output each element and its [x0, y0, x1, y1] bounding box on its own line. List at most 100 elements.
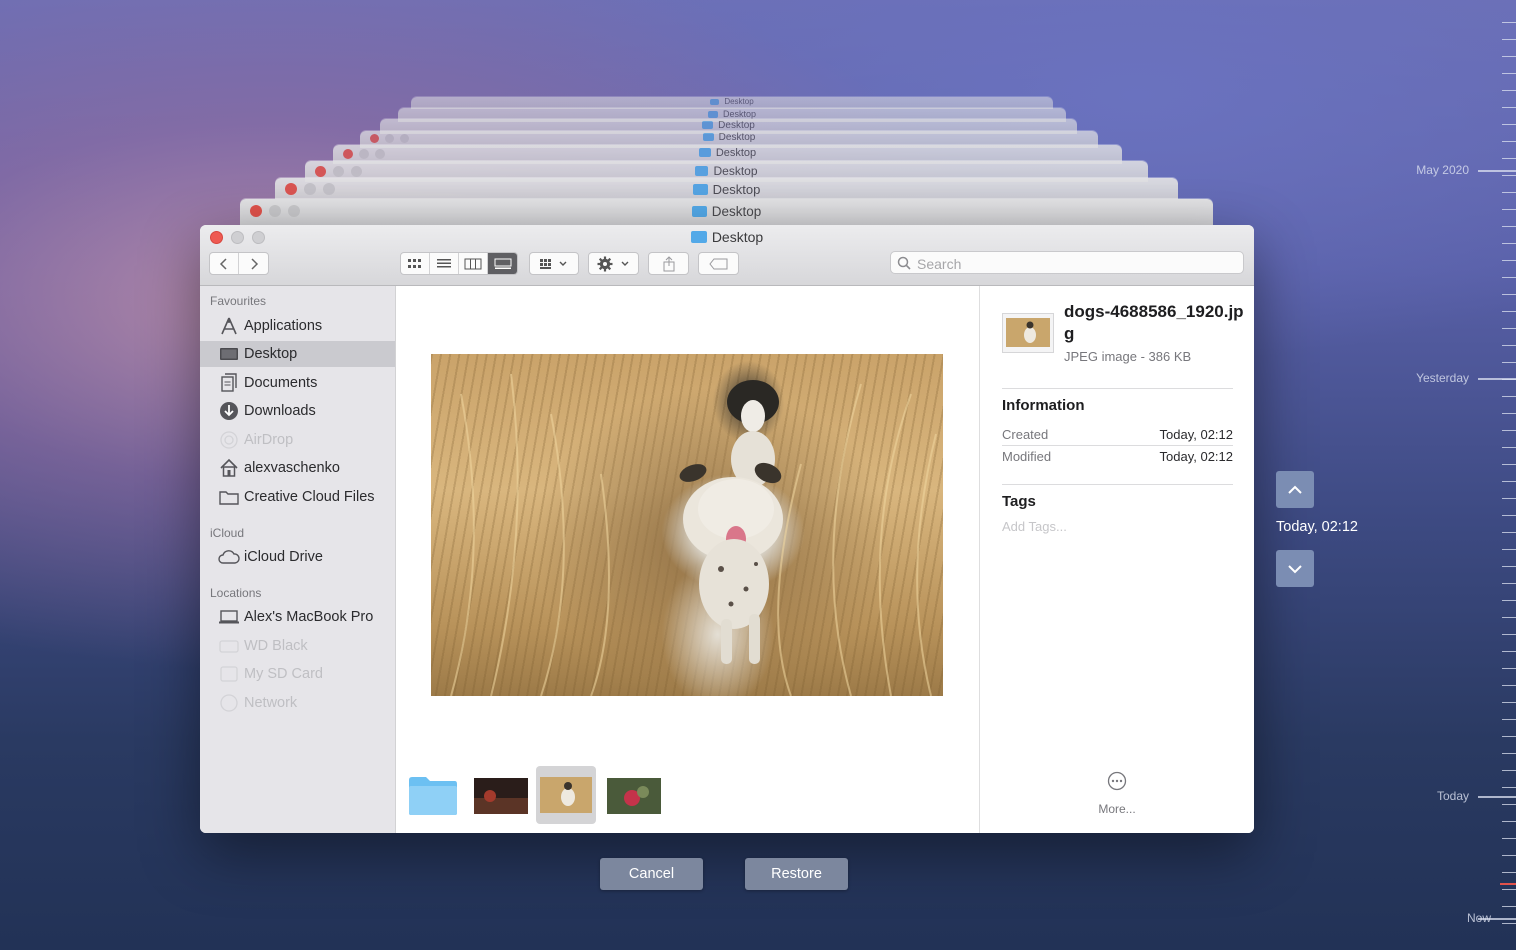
- tag-icon: [708, 258, 727, 269]
- timeline-tick: [1502, 906, 1516, 907]
- forward-in-time-button[interactable]: [1276, 550, 1314, 587]
- list-view-button[interactable]: [430, 253, 459, 274]
- time-machine-timeline[interactable]: May 2020 Yesterday Today Now: [1386, 0, 1516, 950]
- divider: [1002, 388, 1233, 389]
- sidebar-item-wd-black[interactable]: WD Black: [200, 633, 395, 659]
- nav-buttons: [209, 252, 269, 275]
- modified-label: Modified: [1002, 449, 1052, 464]
- timeline-major-tick: [1478, 378, 1516, 380]
- timeline-label-today[interactable]: Today: [1437, 789, 1469, 803]
- modified-row: Modified Today, 02:12: [1002, 449, 1233, 464]
- window-title: Desktop: [200, 229, 1254, 245]
- tags-button[interactable]: [698, 252, 739, 275]
- timeline-tick: [1502, 566, 1516, 567]
- timeline-tick: [1502, 175, 1516, 176]
- timeline-tick: [1502, 90, 1516, 91]
- more-label: More...: [1098, 802, 1136, 816]
- timeline-tick: [1502, 107, 1516, 108]
- action-menu-button[interactable]: [588, 252, 639, 275]
- sidebar-item-downloads[interactable]: Downloads: [200, 398, 395, 424]
- network-icon: [218, 692, 240, 714]
- sidebar-item-desktop[interactable]: Desktop: [200, 341, 395, 367]
- timeline-tick: [1502, 872, 1516, 873]
- share-icon: [663, 255, 674, 271]
- divider: [1002, 445, 1233, 446]
- thumbnail-folder[interactable]: [408, 776, 458, 821]
- chevron-down-icon: [1288, 564, 1302, 573]
- gallery-view-button[interactable]: [488, 253, 517, 274]
- timeline-tick: [1502, 362, 1516, 363]
- finder-window: Desktop Search Favourites Applications D…: [200, 225, 1254, 833]
- group-icon: [540, 258, 567, 269]
- icon-view-button[interactable]: [401, 253, 430, 274]
- gallery-icon: [494, 258, 511, 269]
- sidebar-item-icloud-drive[interactable]: iCloud Drive: [200, 544, 395, 570]
- forward-button[interactable]: [239, 253, 268, 274]
- laptop-icon: [218, 606, 240, 628]
- sidebar-item-documents[interactable]: Documents: [200, 370, 395, 396]
- drive-icon: [218, 635, 240, 657]
- restore-button[interactable]: Restore: [745, 858, 848, 890]
- share-button[interactable]: [648, 252, 689, 275]
- timeline-label-may-2020[interactable]: May 2020: [1416, 163, 1469, 177]
- timeline-tick: [1502, 192, 1516, 193]
- timeline-major-tick: [1478, 796, 1516, 798]
- timeline-tick: [1502, 532, 1516, 533]
- list-icon: [437, 258, 451, 267]
- preview-image[interactable]: [431, 354, 943, 696]
- folder-icon: [409, 777, 457, 815]
- sidebar-item-sd-card[interactable]: My SD Card: [200, 661, 395, 687]
- timeline-tick: [1502, 158, 1516, 159]
- grid-icon: [408, 258, 421, 268]
- timeline-tick: [1502, 753, 1516, 754]
- timeline-tick: [1502, 124, 1516, 125]
- timeline-tick: [1502, 56, 1516, 57]
- sidebar-item-network[interactable]: Network: [200, 690, 395, 716]
- applications-icon: [218, 315, 240, 337]
- gallery-view: [396, 286, 978, 833]
- add-tags-field[interactable]: Add Tags...: [1002, 519, 1067, 534]
- divider: [1002, 484, 1233, 485]
- timeline-tick: [1502, 311, 1516, 312]
- thumbnail-image[interactable]: [474, 778, 528, 819]
- timeline-tick: [1502, 787, 1516, 788]
- timeline-tick: [1502, 396, 1516, 397]
- timeline-tick: [1502, 515, 1516, 516]
- timeline-tick: [1502, 583, 1516, 584]
- timeline-tick: [1502, 668, 1516, 669]
- column-view-button[interactable]: [459, 253, 488, 274]
- cancel-button[interactable]: Cancel: [600, 858, 703, 890]
- file-type: JPEG image - 386 KB: [1064, 349, 1192, 364]
- image-thumbnail-icon: [540, 777, 592, 813]
- timeline-label-yesterday[interactable]: Yesterday: [1416, 371, 1469, 385]
- timeline-tick: [1502, 260, 1516, 261]
- back-in-time-button[interactable]: [1276, 471, 1314, 508]
- timeline-label-now[interactable]: Now: [1467, 911, 1491, 925]
- thumbnail-selected-image[interactable]: [536, 766, 596, 824]
- sidebar-item-airdrop[interactable]: AirDrop: [200, 427, 395, 453]
- created-row: Created Today, 02:12: [1002, 427, 1233, 442]
- group-by-button[interactable]: [529, 252, 579, 275]
- timeline-tick: [1502, 209, 1516, 210]
- window-titlebar: Desktop Search: [200, 225, 1254, 286]
- sidebar-item-creative-cloud-files[interactable]: Creative Cloud Files: [200, 484, 395, 510]
- sidebar-item-home[interactable]: alexvaschenko: [200, 455, 395, 481]
- timeline-tick: [1502, 634, 1516, 635]
- history-window[interactable]: Desktop: [240, 199, 1213, 225]
- folder-icon: [690, 231, 707, 243]
- timeline-tick: [1502, 141, 1516, 142]
- desktop-icon: [218, 343, 240, 365]
- documents-icon: [218, 372, 240, 394]
- sidebar-item-applications[interactable]: Applications: [200, 313, 395, 339]
- back-button[interactable]: [210, 253, 239, 274]
- sidebar-heading-icloud: iCloud: [210, 526, 245, 540]
- timeline-tick: [1502, 804, 1516, 805]
- search-field[interactable]: Search: [890, 251, 1244, 274]
- more-button[interactable]: More...: [980, 771, 1254, 816]
- information-heading: Information: [1002, 397, 1085, 414]
- thumbnail-image[interactable]: [607, 778, 661, 819]
- image-thumbnail-icon: [1006, 318, 1050, 347]
- columns-icon: [464, 258, 482, 269]
- timeline-tick: [1502, 73, 1516, 74]
- sidebar-item-macbook-pro[interactable]: Alex's MacBook Pro: [200, 604, 395, 630]
